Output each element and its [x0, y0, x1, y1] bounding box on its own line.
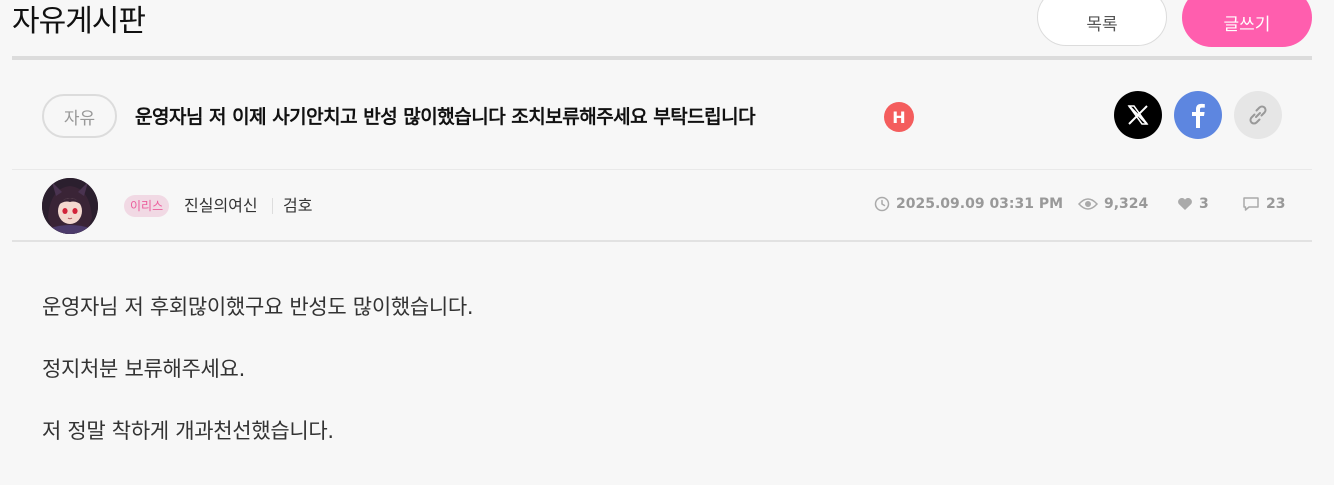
- copy-link-button[interactable]: [1234, 91, 1282, 139]
- views-count: 9,324: [1104, 196, 1149, 212]
- link-icon: [1249, 105, 1267, 125]
- datetime-text: 2025.09.09 03:31 PM: [896, 196, 1064, 212]
- author-tag: 이리스: [124, 195, 170, 217]
- likes-count: 3: [1199, 196, 1209, 212]
- list-button[interactable]: 목록: [1037, 0, 1167, 46]
- body-paragraph-3: 저 정말 착하게 개과천선했습니다.: [42, 419, 334, 443]
- facebook-icon: [1192, 103, 1205, 128]
- author-rank: 검호: [283, 196, 313, 215]
- clock-icon: [874, 196, 890, 212]
- body-paragraph-2: 정지처분 보류해주세요.: [42, 357, 245, 381]
- title-divider: [12, 169, 1312, 170]
- comment-icon: [1243, 197, 1259, 211]
- heart-icon: [1178, 198, 1192, 210]
- share-x-button[interactable]: [1114, 91, 1162, 139]
- post-views: 9,324: [1078, 194, 1148, 214]
- comments-count: 23: [1266, 196, 1286, 212]
- author-name[interactable]: 진실의여신: [184, 194, 258, 218]
- share-facebook-button[interactable]: [1174, 91, 1222, 139]
- author-separator: [272, 198, 273, 214]
- header-divider: [12, 56, 1312, 60]
- post-likes[interactable]: 3: [1177, 194, 1209, 214]
- board-title: 자유게시판: [12, 4, 146, 39]
- meta-divider: [12, 240, 1312, 242]
- body-paragraph-1: 운영자님 저 후회많이했구요 반성도 많이했습니다.: [42, 295, 474, 319]
- post-datetime: 2025.09.09 03:31 PM: [874, 194, 1063, 214]
- hot-badge: H: [884, 102, 914, 132]
- write-button[interactable]: 글쓰기: [1182, 0, 1312, 47]
- category-badge[interactable]: 자유: [42, 94, 117, 138]
- avatar[interactable]: [42, 178, 98, 234]
- x-icon: [1127, 105, 1149, 125]
- post-comments[interactable]: 23: [1242, 194, 1285, 214]
- post-title: 운영자님 저 이제 사기안치고 반성 많이했습니다 조치보류해주세요 부탁드립니…: [135, 106, 756, 128]
- eye-icon: [1078, 198, 1098, 210]
- hot-badge-label: H: [892, 107, 906, 127]
